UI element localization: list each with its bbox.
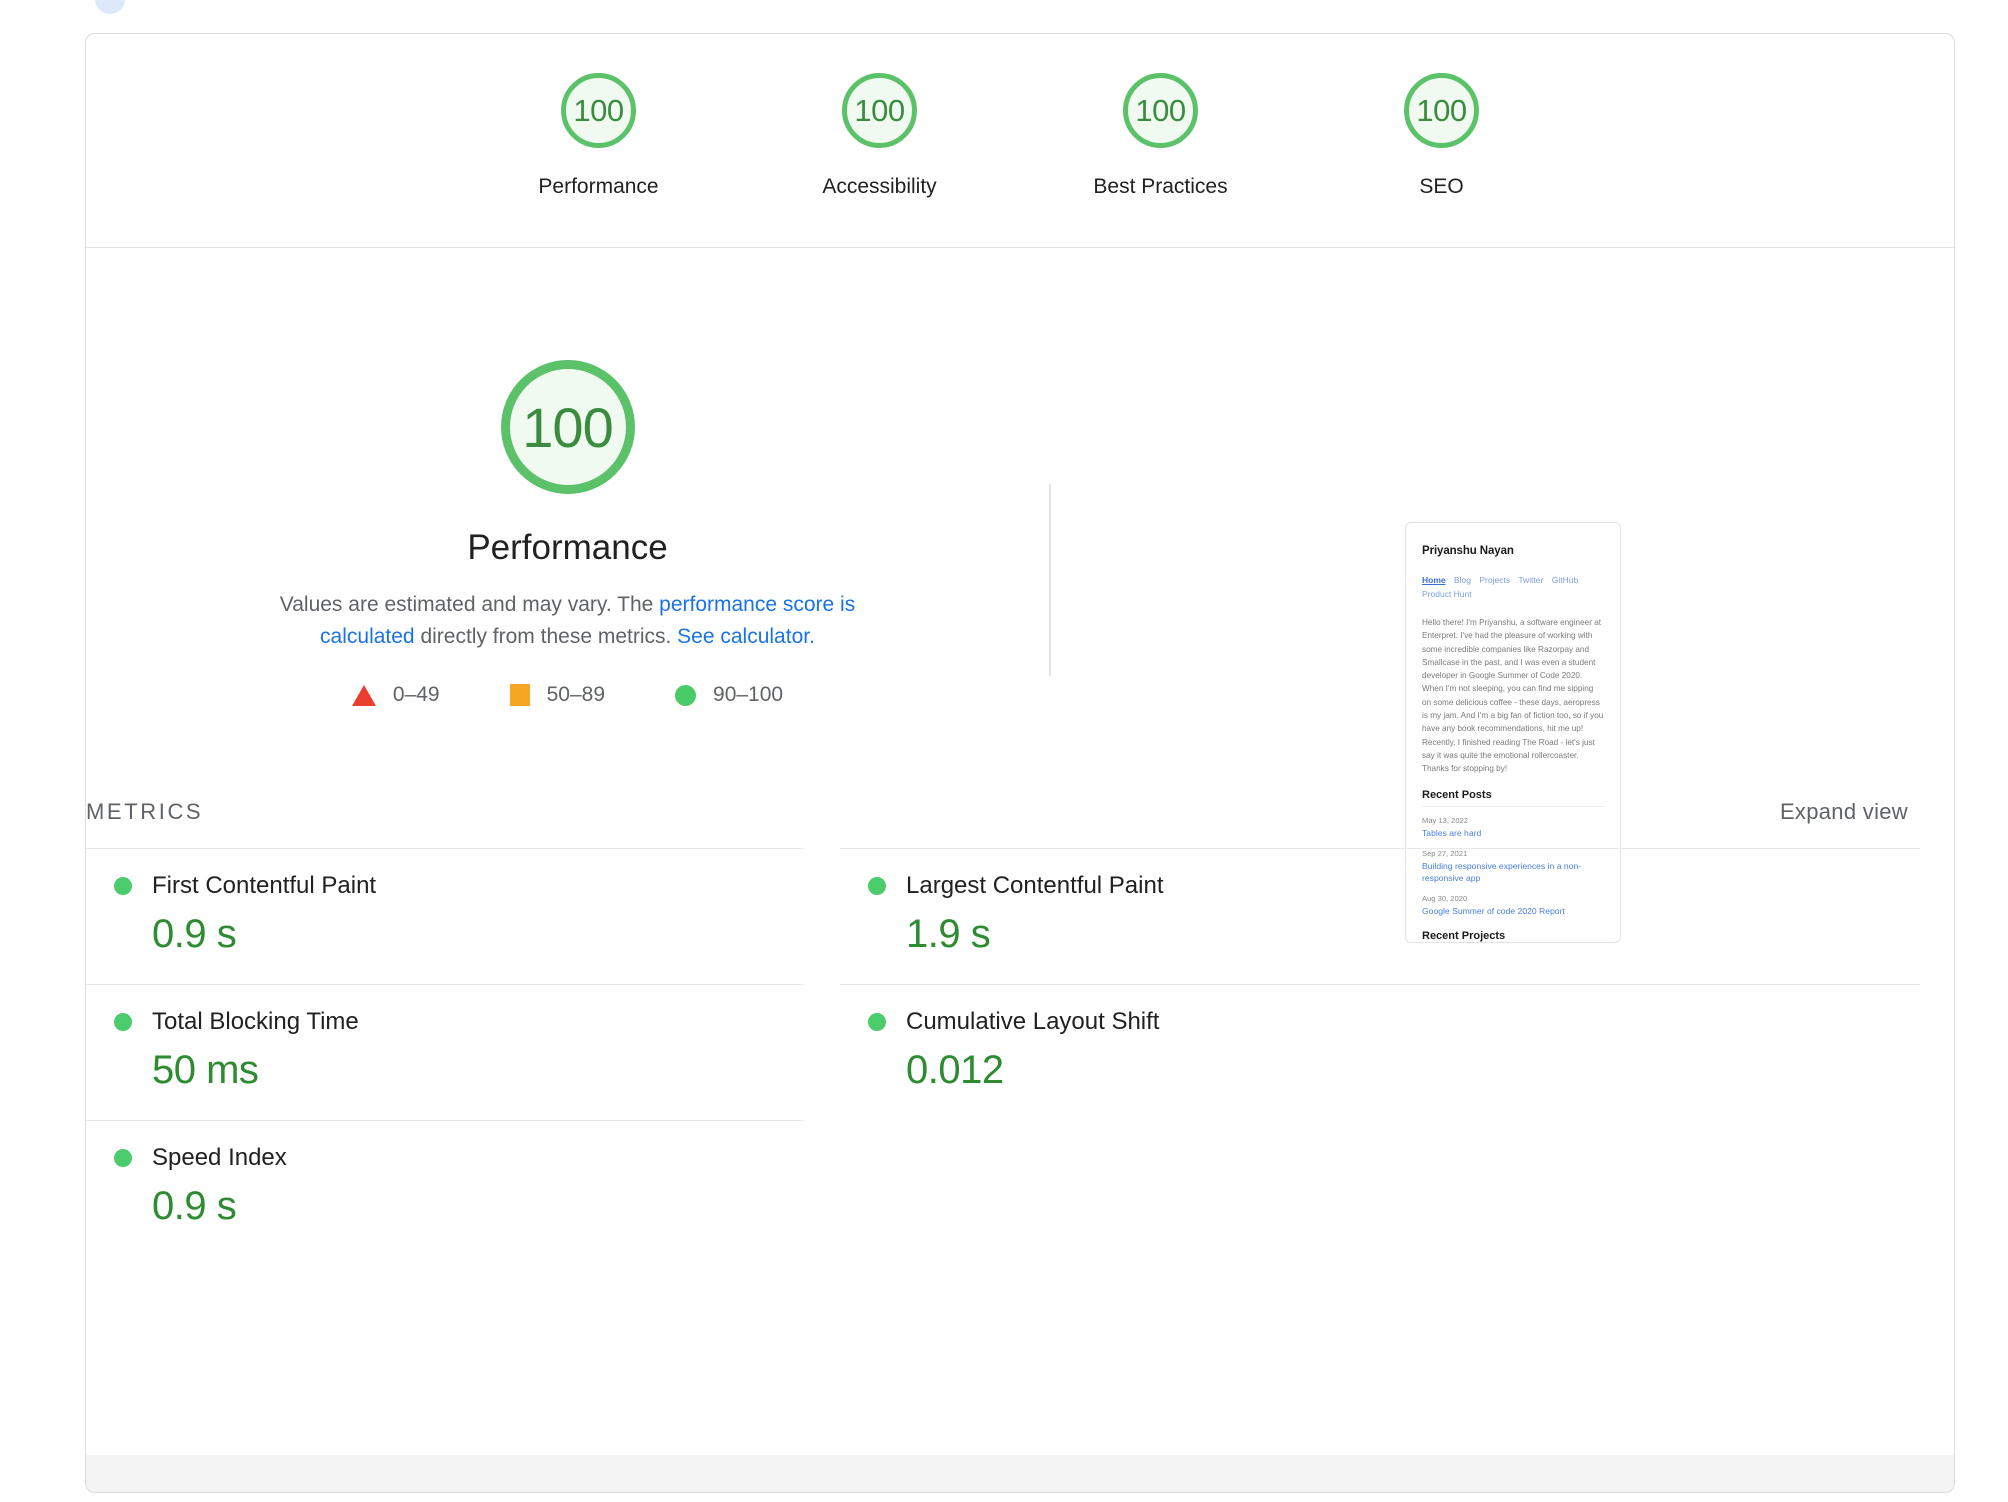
performance-gauge-block: 100 Performance Values are estimated and… (86, 248, 1049, 707)
metric-header: Cumulative Layout Shift (868, 1008, 1920, 1036)
gauge-performance-large: 100 (500, 360, 635, 494)
thumbnail-nav-projects: Projects (1479, 575, 1511, 585)
metric-header: Total Blocking Time (114, 1008, 804, 1036)
legend-label: 0–49 (392, 683, 440, 706)
partial-blue-dot-icon (95, 0, 125, 14)
score-chip-performance[interactable]: 100 Performance (514, 73, 684, 199)
metric-row[interactable]: Speed Index 0.9 s (86, 1120, 804, 1256)
legend-item-fail: 0–49 (351, 683, 440, 707)
thumbnail-site-title: Priyanshu Nayan (1422, 545, 1514, 557)
metric-row[interactable]: Cumulative Layout Shift 0.012 (840, 984, 1920, 1120)
gauge-performance: 100 (561, 73, 636, 148)
gauge-value: 100 (1416, 92, 1467, 128)
circle-green-icon (675, 684, 697, 706)
metric-row[interactable]: First Contentful Paint 0.9 s (86, 848, 804, 984)
metric-value: 50 ms (152, 1048, 259, 1092)
thumbnail-bio-text: Hello there! I'm Priyanshu, a software e… (1422, 618, 1604, 774)
gauge-value: 100 (854, 92, 905, 128)
score-chip-accessibility[interactable]: 100 Accessibility (795, 73, 965, 199)
metrics-section-header: METRICS Expand view (86, 776, 1954, 848)
thumbnail-nav: Home Blog Projects Twitter GitHub Produc… (1422, 573, 1604, 601)
metric-value: 1.9 s (906, 912, 991, 956)
see-calculator-link[interactable]: See calculator. (677, 625, 815, 648)
page-title: Performance (467, 528, 668, 567)
square-orange-icon (509, 684, 530, 706)
gauge-best-practices: 100 (1123, 73, 1198, 148)
score-chip-seo[interactable]: 100 SEO (1357, 73, 1527, 199)
gauge-label: SEO (1419, 175, 1464, 198)
lighthouse-report-page: 100 Performance 100 Accessibility 100 Be… (0, 0, 2008, 1502)
thumbnail-nav-product-hunt: Product Hunt (1422, 589, 1472, 600)
gauge-label: Accessibility (822, 175, 937, 198)
footer-band (86, 1455, 1954, 1492)
metric-row[interactable]: Largest Contentful Paint 1.9 s (840, 848, 1920, 984)
metric-name: First Contentful Paint (152, 872, 377, 899)
performance-hero-section: 100 Performance Values are estimated and… (86, 248, 1954, 943)
legend-item-pass: 90–100 (675, 683, 783, 707)
thumbnail-nav-blog: Blog (1454, 575, 1472, 585)
metric-value: 0.9 s (152, 1184, 237, 1228)
gauge-value: 100 (522, 395, 613, 459)
gauge-value: 100 (573, 92, 624, 128)
triangle-red-icon (351, 684, 376, 706)
metric-name: Largest Contentful Paint (906, 872, 1164, 899)
gauge-label: Performance (538, 175, 659, 198)
expand-view-toggle[interactable]: Expand view (1780, 799, 1908, 825)
gauge-value: 100 (1135, 92, 1186, 128)
metrics-title: METRICS (86, 799, 204, 824)
metric-name: Total Blocking Time (152, 1008, 359, 1035)
metric-value: 0.9 s (152, 912, 237, 956)
thumbnail-nav-github: GitHub (1551, 575, 1579, 585)
metrics-column-right: Largest Contentful Paint 1.9 s Cumulativ… (840, 848, 1920, 1256)
legend-item-average: 50–89 (509, 683, 606, 707)
metric-name: Cumulative Layout Shift (906, 1008, 1160, 1035)
metric-value: 0.012 (906, 1048, 1004, 1092)
desc-text-2: directly from these metrics. (414, 624, 678, 648)
circle-green-icon (868, 877, 886, 895)
gauge-accessibility: 100 (842, 73, 917, 148)
circle-green-icon (114, 1149, 132, 1167)
score-legend: 0–49 50–89 90–100 (351, 683, 783, 707)
circle-green-icon (114, 1013, 132, 1031)
metric-name: Speed Index (152, 1144, 287, 1171)
performance-description: Values are estimated and may vary. The p… (238, 589, 898, 652)
legend-label: 50–89 (546, 683, 606, 706)
desc-text-1: Values are estimated and may vary. The (279, 593, 660, 616)
vertical-divider (1049, 484, 1051, 676)
metric-header: Speed Index (114, 1144, 804, 1172)
legend-label: 90–100 (713, 683, 784, 706)
score-chip-best-practices[interactable]: 100 Best Practices (1076, 73, 1246, 199)
category-score-summary: 100 Performance 100 Accessibility 100 Be… (86, 34, 1954, 220)
metric-header: First Contentful Paint (114, 872, 804, 900)
thumbnail-nav-twitter: Twitter (1518, 575, 1544, 585)
thumbnail-nav-home: Home (1422, 575, 1446, 585)
metric-header: Largest Contentful Paint (868, 872, 1920, 900)
circle-green-icon (868, 1013, 886, 1031)
metrics-column-left: First Contentful Paint 0.9 s Total Block… (86, 848, 804, 1256)
circle-green-icon (114, 877, 132, 895)
metrics-grid: First Contentful Paint 0.9 s Total Block… (86, 848, 1954, 1256)
gauge-seo: 100 (1404, 73, 1479, 148)
gauge-label: Best Practices (1093, 175, 1228, 198)
metric-row[interactable]: Total Blocking Time 50 ms (86, 984, 804, 1120)
lighthouse-report-card: 100 Performance 100 Accessibility 100 Be… (85, 33, 1955, 1493)
